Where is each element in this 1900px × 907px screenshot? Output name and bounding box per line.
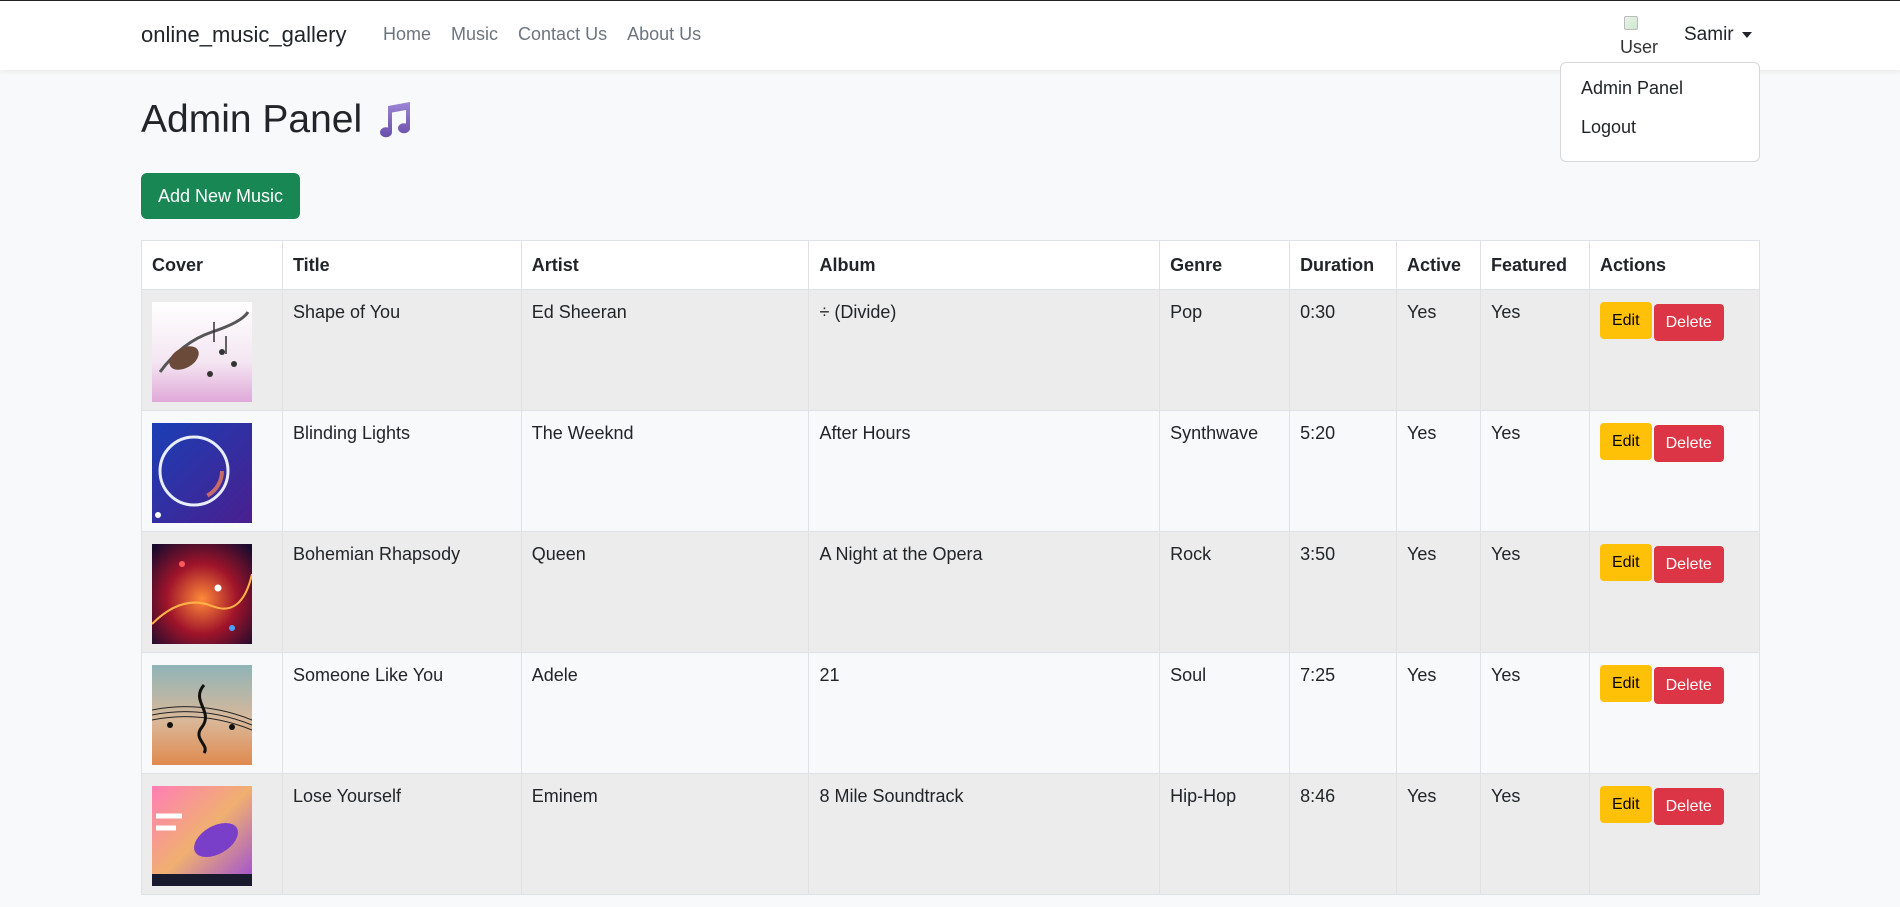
featured-cell: Yes — [1480, 773, 1590, 895]
col-header-featured: Featured — [1480, 240, 1590, 290]
table-row: Lose Yourself Eminem 8 Mile Soundtrack H… — [141, 773, 1761, 895]
music-note-icon — [380, 102, 411, 138]
col-header-cover: Cover — [141, 240, 283, 290]
delete-button[interactable]: Delete — [1653, 788, 1724, 825]
active-cell: Yes — [1396, 652, 1482, 774]
album-cell: 21 — [808, 652, 1161, 774]
page-title-text: Admin Panel — [141, 98, 363, 141]
artist-cell: Eminem — [520, 773, 810, 895]
username: Samir — [1684, 24, 1734, 45]
table-row: Someone Like You Adele 21 Soul 7:25 Yes … — [141, 652, 1761, 774]
music-table: Cover Title Artist Album Genre Duration … — [141, 240, 1761, 895]
active-cell: Yes — [1396, 410, 1482, 532]
edit-button[interactable]: Edit — [1599, 665, 1652, 702]
col-header-title: Title — [281, 240, 522, 290]
broken-image-icon — [1624, 16, 1638, 30]
edit-button[interactable]: Edit — [1599, 423, 1652, 460]
genre-cell: Rock — [1159, 531, 1291, 653]
delete-button[interactable]: Delete — [1653, 546, 1724, 583]
actions-cell: Edit Delete — [1588, 410, 1761, 532]
nav-links: Home Music Contact Us About Us — [383, 24, 721, 45]
duration-cell: 3:50 — [1289, 531, 1398, 653]
page-title: Admin Panel — [141, 98, 414, 142]
cover-image — [152, 786, 252, 886]
delete-button[interactable]: Delete — [1653, 304, 1724, 341]
user-dropdown-menu: Admin Panel Logout — [1560, 62, 1760, 162]
dropdown-logout[interactable]: Logout — [1561, 108, 1759, 147]
dropdown-admin-panel[interactable]: Admin Panel — [1561, 69, 1759, 108]
active-cell: Yes — [1396, 289, 1482, 411]
nav-music-link[interactable]: Music — [451, 24, 498, 45]
duration-cell: 7:25 — [1289, 652, 1398, 774]
genre-cell: Soul — [1159, 652, 1291, 774]
title-cell: Lose Yourself — [281, 773, 522, 895]
avatar[interactable]: User — [1620, 16, 1658, 58]
col-header-actions: Actions — [1588, 240, 1761, 290]
delete-button[interactable]: Delete — [1653, 425, 1724, 462]
duration-cell: 5:20 — [1289, 410, 1398, 532]
chevron-down-icon — [1741, 32, 1752, 38]
cover-cell — [141, 289, 283, 411]
title-cell: Shape of You — [281, 289, 522, 411]
brand-link[interactable]: online_music_gallery — [141, 22, 346, 48]
duration-cell: 0:30 — [1289, 289, 1398, 411]
actions-cell: Edit Delete — [1588, 531, 1761, 653]
table-row: Blinding Lights The Weeknd After Hours S… — [141, 410, 1761, 532]
genre-cell: Hip-Hop — [1159, 773, 1291, 895]
add-new-music-button[interactable]: Add New Music — [141, 173, 300, 219]
col-header-genre: Genre — [1159, 240, 1291, 290]
table-header-row: Cover Title Artist Album Genre Duration … — [141, 240, 1761, 290]
user-menu-toggle[interactable]: Samir — [1684, 24, 1752, 46]
cover-image — [152, 302, 252, 402]
title-cell: Someone Like You — [281, 652, 522, 774]
table-row: Shape of You Ed Sheeran ÷ (Divide) Pop 0… — [141, 289, 1761, 411]
cover-image — [152, 544, 252, 644]
col-header-duration: Duration — [1289, 240, 1398, 290]
cover-cell — [141, 652, 283, 774]
table-row: Bohemian Rhapsody Queen A Night at the O… — [141, 531, 1761, 653]
artist-cell: The Weeknd — [520, 410, 810, 532]
featured-cell: Yes — [1480, 289, 1590, 411]
active-cell: Yes — [1396, 531, 1482, 653]
artist-cell: Ed Sheeran — [520, 289, 810, 411]
genre-cell: Pop — [1159, 289, 1291, 411]
cover-cell — [141, 531, 283, 653]
cover-cell — [141, 773, 283, 895]
album-cell: ÷ (Divide) — [808, 289, 1161, 411]
artist-cell: Queen — [520, 531, 810, 653]
edit-button[interactable]: Edit — [1599, 786, 1652, 823]
col-header-active: Active — [1396, 240, 1482, 290]
featured-cell: Yes — [1480, 652, 1590, 774]
title-cell: Blinding Lights — [281, 410, 522, 532]
featured-cell: Yes — [1480, 410, 1590, 532]
nav-contact-link[interactable]: Contact Us — [518, 24, 607, 45]
delete-button[interactable]: Delete — [1653, 667, 1724, 704]
duration-cell: 8:46 — [1289, 773, 1398, 895]
actions-cell: Edit Delete — [1588, 652, 1761, 774]
cover-cell — [141, 410, 283, 532]
col-header-artist: Artist — [520, 240, 810, 290]
avatar-alt-text: User — [1620, 37, 1658, 57]
edit-button[interactable]: Edit — [1599, 302, 1652, 339]
cover-image — [152, 665, 252, 765]
title-cell: Bohemian Rhapsody — [281, 531, 522, 653]
album-cell: After Hours — [808, 410, 1161, 532]
col-header-album: Album — [808, 240, 1161, 290]
actions-cell: Edit Delete — [1588, 289, 1761, 411]
nav-home-link[interactable]: Home — [383, 24, 431, 45]
artist-cell: Adele — [520, 652, 810, 774]
album-cell: A Night at the Opera — [808, 531, 1161, 653]
actions-cell: Edit Delete — [1588, 773, 1761, 895]
genre-cell: Synthwave — [1159, 410, 1291, 532]
active-cell: Yes — [1396, 773, 1482, 895]
featured-cell: Yes — [1480, 531, 1590, 653]
navbar: online_music_gallery Home Music Contact … — [0, 0, 1900, 70]
cover-image — [152, 423, 252, 523]
edit-button[interactable]: Edit — [1599, 544, 1652, 581]
album-cell: 8 Mile Soundtrack — [808, 773, 1161, 895]
nav-about-link[interactable]: About Us — [627, 24, 701, 45]
